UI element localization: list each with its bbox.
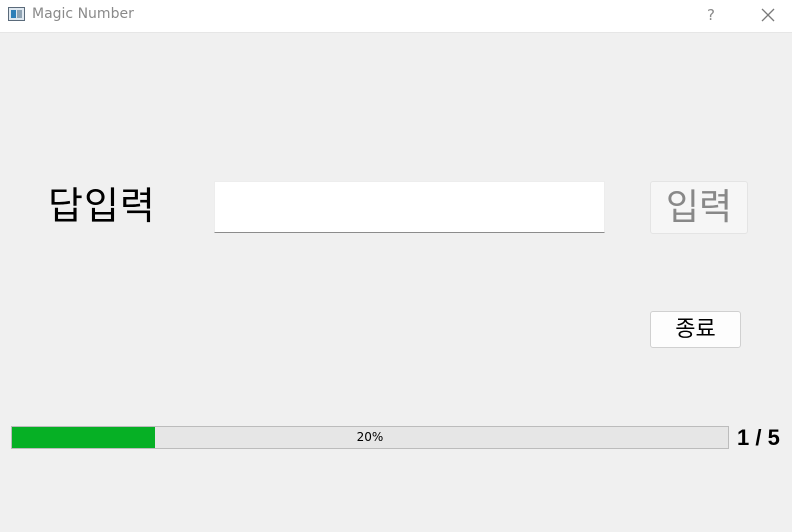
magic-number-window: Magic Number ? 답입력 입력 종료 20% 1 / 5 — [0, 0, 792, 532]
answer-input[interactable] — [214, 181, 605, 233]
answer-label: 답입력 — [48, 184, 156, 228]
quit-button[interactable]: 종료 — [650, 311, 741, 348]
close-button[interactable] — [756, 3, 780, 27]
window-title: Magic Number — [32, 6, 134, 22]
progress-bar: 20% — [11, 426, 729, 449]
title-bar: Magic Number ? — [0, 0, 792, 33]
close-icon — [761, 8, 775, 22]
help-button[interactable]: ? — [700, 4, 722, 26]
progress-percent-text: 20% — [356, 430, 384, 444]
question-counter: 1 / 5 — [737, 425, 780, 450]
app-window-icon — [8, 7, 25, 21]
submit-button[interactable]: 입력 — [650, 181, 748, 234]
